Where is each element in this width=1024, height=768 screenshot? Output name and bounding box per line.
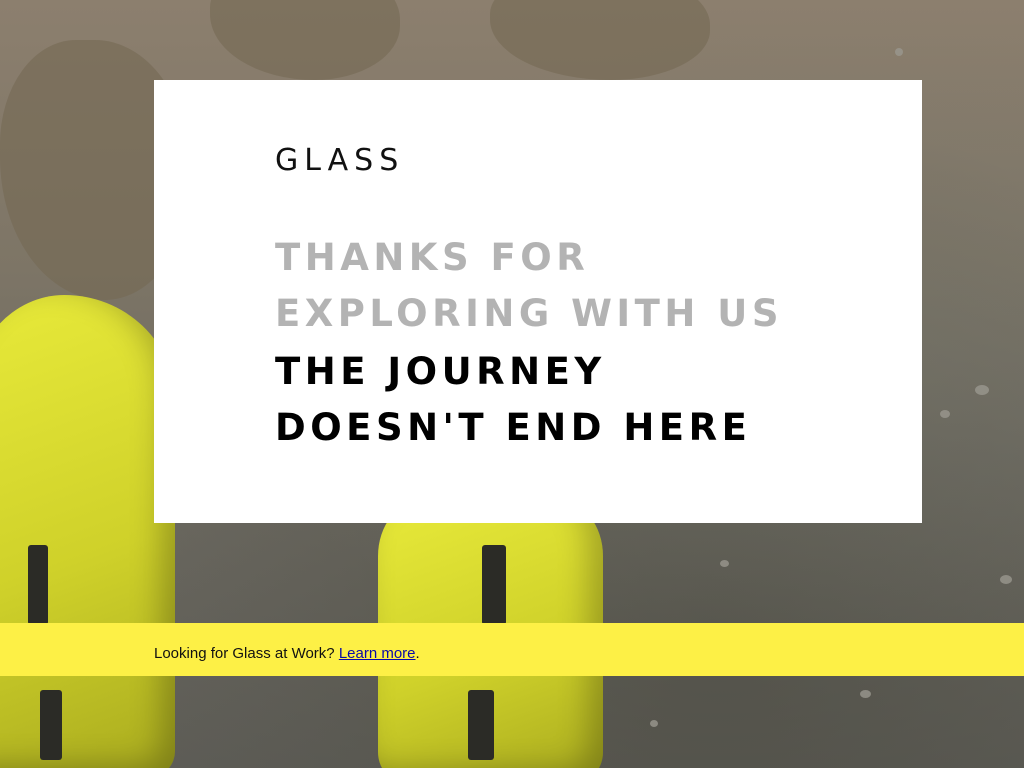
shoe-lace (28, 545, 48, 625)
banner-prefix: Looking for Glass at Work? (154, 645, 335, 662)
journey-headline-line1: THE JOURNEY (275, 350, 606, 393)
pebble (940, 410, 950, 418)
shoe-lace (40, 690, 62, 760)
banner-suffix: . (415, 645, 420, 662)
thanks-headline: THANKS FOR EXPLORING WITH US (275, 230, 783, 342)
message-card: GLASS THANKS FOR EXPLORING WITH US THE J… (154, 80, 922, 523)
pebble (860, 690, 871, 698)
pebble (720, 560, 729, 567)
learn-more-link[interactable]: Learn more (339, 645, 416, 662)
journey-headline-line2: DOESN'T END HERE (275, 406, 752, 449)
thanks-headline-line2: EXPLORING WITH US (275, 292, 783, 335)
left-shoe (0, 295, 175, 768)
shoe-lace (482, 545, 506, 625)
pebble (895, 48, 903, 56)
pebble (1000, 575, 1012, 584)
pebble (650, 720, 658, 727)
glass-logo: GLASS (275, 143, 405, 178)
banner-message: Looking for Glass at Work? Learn more. (154, 623, 420, 685)
pebble (975, 385, 989, 395)
shoe-lace (468, 690, 494, 760)
journey-headline: THE JOURNEY DOESN'T END HERE (275, 344, 751, 456)
hand-shadow-right (490, 0, 710, 80)
hand-shadow-left (210, 0, 400, 80)
thanks-headline-line1: THANKS FOR (275, 236, 590, 279)
glass-at-work-banner: Looking for Glass at Work? Learn more. (0, 623, 1024, 676)
